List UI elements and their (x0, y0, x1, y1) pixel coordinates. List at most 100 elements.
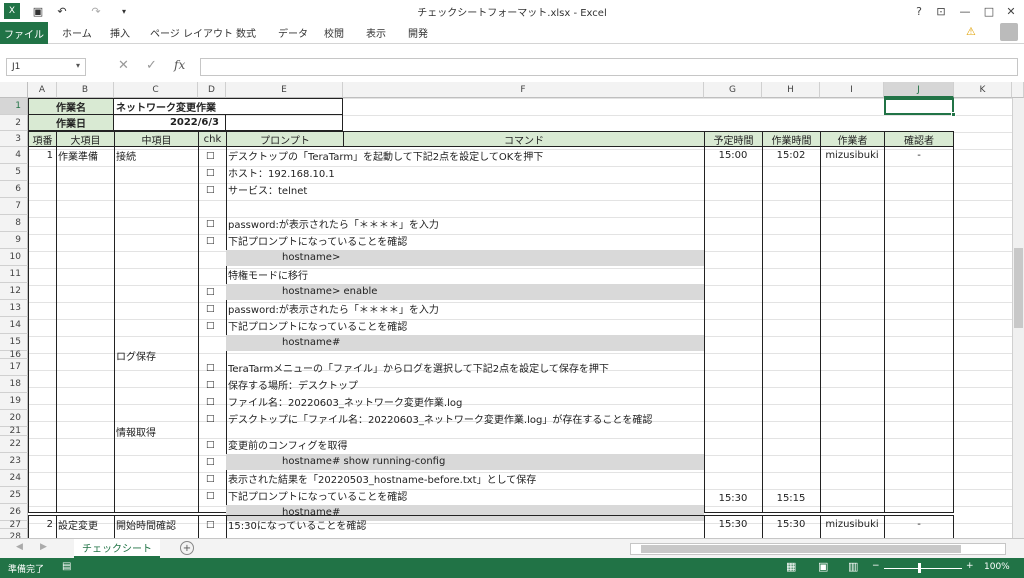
zoom-slider[interactable] (884, 568, 962, 569)
section2-checker[interactable]: - (884, 516, 954, 533)
work-date-blank[interactable] (226, 115, 343, 131)
section1-no[interactable]: 1 (28, 147, 56, 164)
work-name-value[interactable]: ネットワーク変更作業 (114, 98, 343, 115)
row-header[interactable]: 19 (0, 393, 28, 410)
command-text[interactable]: 表示された結果を「20220503_hostname-before.txt」とし… (228, 470, 536, 487)
row-header[interactable]: 18 (0, 376, 28, 393)
row-header[interactable]: 15 (0, 334, 28, 351)
planned-start[interactable]: 15:00 (704, 147, 762, 164)
selected-cell-j1[interactable] (884, 98, 954, 115)
section2-work[interactable]: 15:30 (762, 516, 820, 533)
checkbox[interactable]: □ (206, 393, 215, 410)
row-header[interactable]: 2 (0, 115, 28, 131)
column-header-j[interactable]: J (884, 82, 954, 98)
help-icon[interactable]: ? (908, 2, 930, 20)
row-header[interactable]: 26 (0, 504, 28, 521)
row-header[interactable]: 20 (0, 410, 28, 427)
prompt-text[interactable]: hostname> (282, 249, 340, 266)
next-sheet-icon[interactable]: ▶ (40, 542, 47, 552)
section1-checker[interactable]: - (884, 147, 954, 164)
cancel-icon[interactable]: ✕ (118, 58, 129, 73)
row-header[interactable]: 22 (0, 436, 28, 453)
page-break-view-icon[interactable]: ▥ (848, 560, 858, 573)
row-header[interactable]: 25 (0, 487, 28, 504)
name-box-dropdown-icon[interactable]: ▾ (76, 61, 80, 70)
vertical-scrollbar[interactable] (1012, 98, 1024, 538)
row-header[interactable]: 1 (0, 98, 28, 115)
command-text[interactable]: ファイル名：20220603_ネットワーク変更作業.log (228, 393, 462, 410)
zoom-slider-handle[interactable] (918, 563, 921, 573)
section2-middle[interactable]: 開始時間確認 (116, 516, 176, 533)
file-tab[interactable]: ファイル (0, 22, 48, 44)
command-text[interactable]: 変更前のコンフィグを取得 (228, 436, 348, 453)
ribbon-display-icon[interactable]: ⊡ (930, 2, 952, 20)
work-end[interactable]: 15:15 (762, 490, 820, 507)
row-header[interactable]: 21 (0, 426, 28, 436)
tab-insert[interactable]: 挿入 (110, 25, 130, 40)
checkbox[interactable]: □ (206, 376, 215, 393)
vertical-scroll-thumb[interactable] (1014, 248, 1023, 328)
column-header-i[interactable]: I (820, 82, 884, 98)
command-text[interactable]: デスクトップに「ファイル名：20220603_ネットワーク変更作業.log」が存… (228, 410, 652, 427)
checkbox[interactable]: □ (206, 359, 215, 376)
select-all-corner[interactable] (0, 82, 28, 98)
planned-end[interactable]: 15:30 (704, 490, 762, 507)
column-header-g[interactable]: G (704, 82, 762, 98)
row-header[interactable]: 3 (0, 131, 28, 147)
prompt-text[interactable]: hostname# show running-config (282, 453, 445, 470)
page-layout-view-icon[interactable]: ▣ (818, 560, 828, 573)
row-header[interactable]: 16 (0, 350, 28, 360)
checkbox[interactable]: □ (206, 470, 215, 487)
column-header-d[interactable]: D (198, 82, 226, 98)
sheet-tab-checksheet[interactable]: チェックシート (74, 539, 160, 558)
section2-major[interactable]: 設定変更 (58, 516, 98, 533)
warning-icon[interactable]: ⚠ (966, 25, 976, 38)
section1-sub-info[interactable]: 情報取得 (116, 423, 156, 440)
row-header[interactable]: 12 (0, 283, 28, 300)
command-text[interactable]: サービス：telnet (228, 181, 307, 198)
checkbox[interactable]: □ (206, 300, 215, 317)
section2-checkbox[interactable]: □ (206, 516, 215, 533)
tab-developer[interactable]: 開発 (408, 25, 428, 40)
row-header[interactable]: 23 (0, 453, 28, 470)
checkbox[interactable]: □ (206, 410, 215, 427)
row-header[interactable]: 11 (0, 266, 28, 283)
command-text[interactable]: 特権モードに移行 (228, 266, 308, 283)
row-header[interactable]: 14 (0, 317, 28, 334)
checkbox[interactable]: □ (206, 164, 215, 181)
minimize-button[interactable]: — (954, 2, 976, 20)
command-text[interactable]: TeraTarmメニューの「ファイル」からログを選択して下記2点を設定して保存を… (228, 359, 609, 376)
checkbox[interactable]: □ (206, 232, 215, 249)
row-header[interactable]: 27 (0, 520, 28, 530)
column-header-e[interactable]: E (226, 82, 343, 98)
horizontal-scrollbar[interactable] (630, 543, 1006, 555)
row-header[interactable]: 4 (0, 147, 28, 164)
row-header[interactable]: 24 (0, 470, 28, 487)
close-button[interactable]: ✕ (1000, 2, 1022, 20)
add-sheet-button[interactable]: + (180, 541, 194, 555)
macro-record-icon[interactable]: ▤ (62, 561, 71, 572)
prompt-text[interactable]: hostname# (282, 334, 340, 351)
fill-handle[interactable] (951, 112, 956, 117)
checkbox[interactable]: □ (206, 436, 215, 453)
tab-view[interactable]: 表示 (366, 25, 386, 40)
command-text[interactable]: password:が表示されたら「＊＊＊＊」を入力 (228, 300, 439, 317)
row-header[interactable]: 17 (0, 359, 28, 376)
checkbox[interactable]: □ (206, 487, 215, 504)
tab-data[interactable]: データ (278, 25, 308, 40)
section2-planned[interactable]: 15:30 (704, 516, 762, 533)
column-header-b[interactable]: B (57, 82, 114, 98)
checkbox[interactable]: □ (206, 215, 215, 232)
command-text[interactable]: 下記プロンプトになっていることを確認 (228, 232, 407, 249)
column-header-c[interactable]: C (114, 82, 198, 98)
work-start[interactable]: 15:02 (762, 147, 820, 164)
section2-command[interactable]: 15:30になっていることを確認 (228, 516, 366, 533)
checkbox[interactable]: □ (206, 317, 215, 334)
command-text[interactable]: ホスト：192.168.10.1 (228, 164, 335, 181)
command-text[interactable]: 下記プロンプトになっていることを確認 (228, 317, 407, 334)
tab-review[interactable]: 校閲 (324, 25, 344, 40)
zoom-in-icon[interactable]: + (966, 561, 974, 571)
section1-major[interactable]: 作業準備 (58, 147, 98, 164)
formula-input[interactable] (200, 58, 1018, 76)
row-header[interactable]: 6 (0, 181, 28, 198)
